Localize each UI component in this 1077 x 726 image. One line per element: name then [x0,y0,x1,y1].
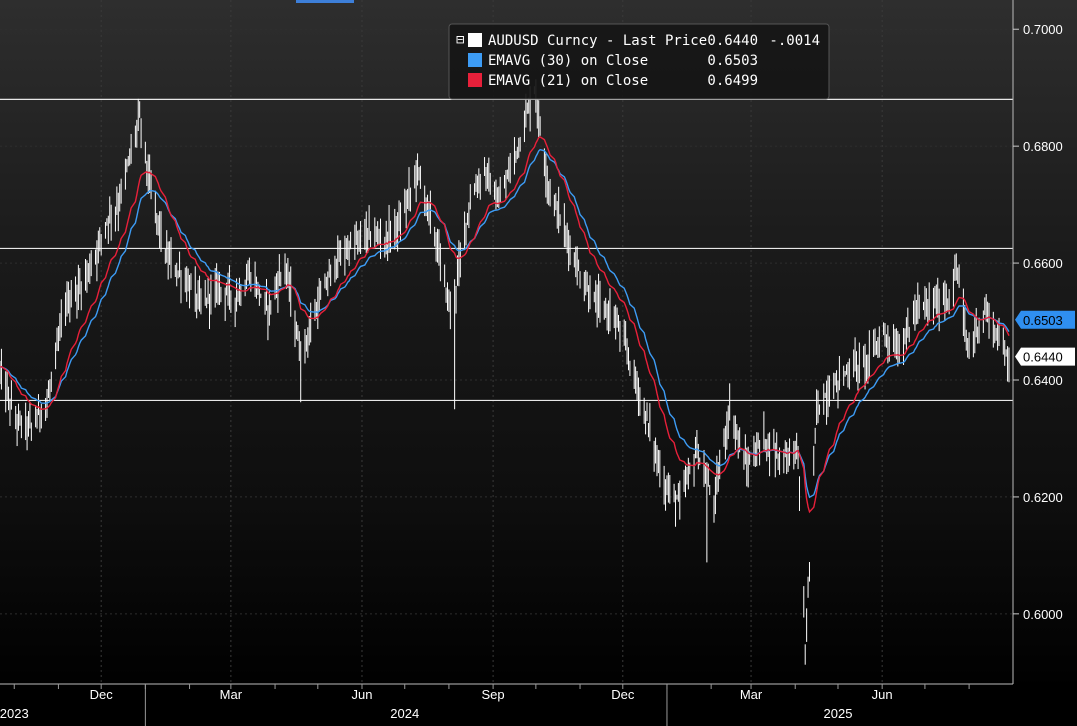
value-tag-0.6503: 0.6503 [1015,310,1075,329]
x-month-label: Dec [611,687,635,702]
legend-value-ema21: 0.6499 [707,73,758,89]
collapse-icon: ⊟ [456,32,465,48]
y-tick-label: 0.6000 [1023,607,1063,622]
legend-swatch-ema21 [468,73,482,87]
legend-value-main: 0.6440 [707,33,758,49]
value-tag-text: 0.6503 [1023,313,1063,328]
value-tag-text: 0.6440 [1023,350,1063,365]
top-tab-indicator [296,0,354,3]
chart-root: 0.6000 0.6200 0.6400 0.6600 0.6800 0.7000 Dec M… [0,0,1077,726]
x-month-label: Jun [872,687,893,702]
legend-label-ema30: EMAVG (30) on Close [488,53,648,69]
legend-swatch-main [468,33,482,47]
legend-label-main: AUDUSD Curncy - Last Price [488,33,707,49]
chart-svg: 0.6000 0.6200 0.6400 0.6600 0.6800 0.7000 Dec M… [0,0,1075,726]
x-year-label: 2025 [824,706,853,721]
x-year-label: 2024 [390,706,419,721]
legend-change-main: -.0014 [769,33,820,49]
x-month-label: Jun [352,687,373,702]
x-month-label: Dec [90,687,114,702]
price-series-layer [0,79,1010,665]
value-tag-0.6440: 0.6440 [1015,347,1075,366]
x-month-label: Sep [482,687,505,702]
y-tick-label: 0.6600 [1023,256,1063,271]
legend-value-ema30: 0.6503 [707,53,758,69]
reference-lines-layer [0,98,1013,402]
y-tick-label: 0.6800 [1023,139,1063,154]
grid-layer [0,0,1013,684]
legend-swatch-ema30 [468,53,482,67]
x-month-label: Mar [220,687,243,702]
x-year-label: 2023 [0,706,29,721]
y-tick-label: 0.7000 [1023,22,1063,37]
legend-label-ema21: EMAVG (21) on Close [488,73,648,89]
legend-box[interactable]: ⊟ AUDUSD Curncy - Last Price 0.6440 -.0014 E… [448,23,830,100]
value-tags-layer: 0.6503 0.6440 [1015,310,1075,366]
y-tick-label: 0.6200 [1023,490,1063,505]
y-tick-label: 0.6400 [1023,373,1063,388]
x-month-label: Mar [740,687,763,702]
